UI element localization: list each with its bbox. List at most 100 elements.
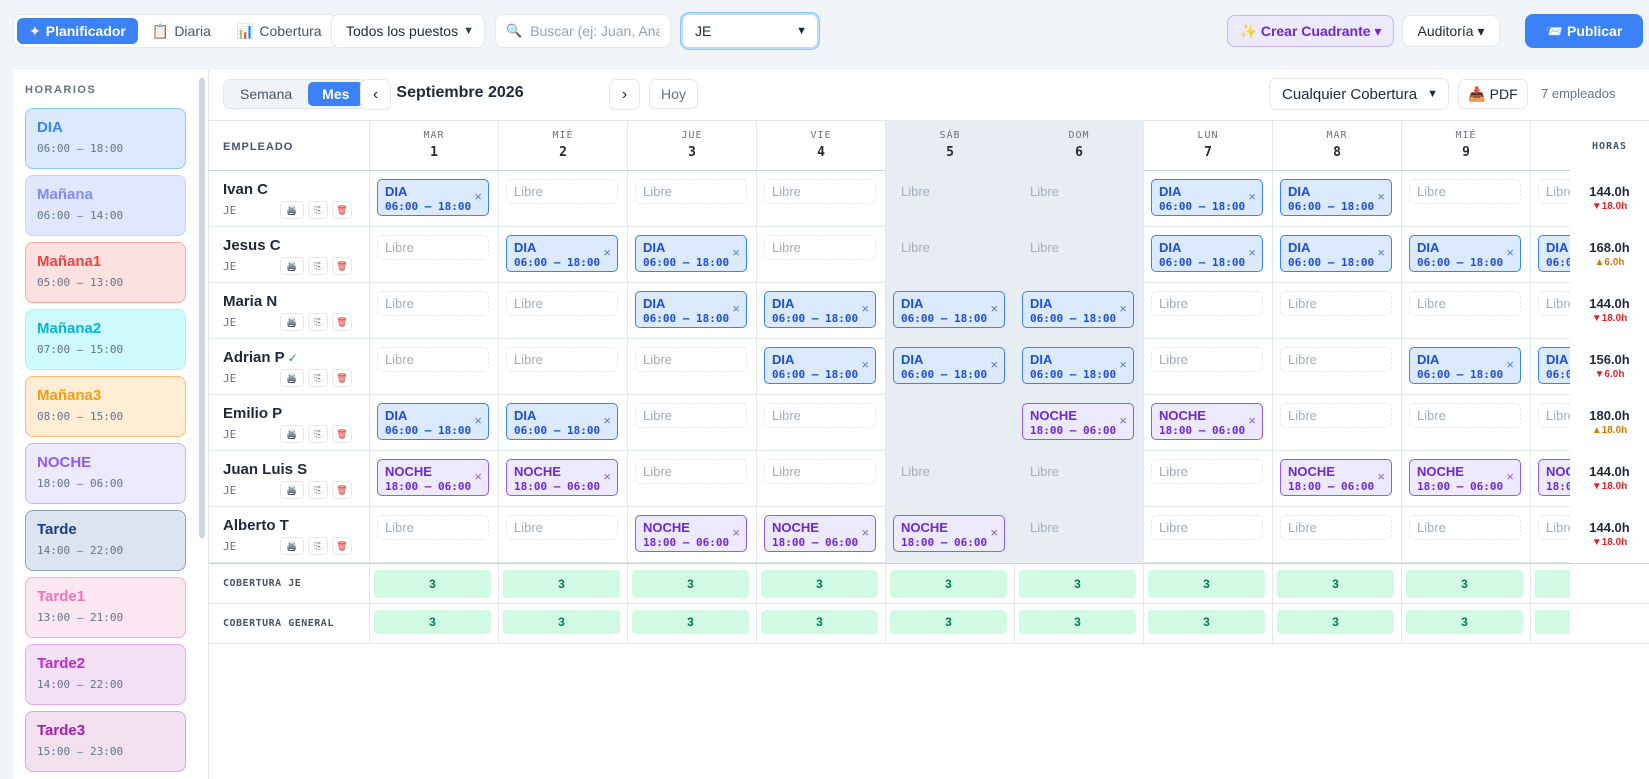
shift-template-card[interactable]: DIA 06:00 – 18:00 — [25, 108, 186, 169]
libre-slot[interactable]: Libre — [1151, 515, 1263, 540]
day-cell[interactable]: Libre — [757, 451, 886, 507]
libre-slot[interactable]: Libre — [1022, 515, 1134, 540]
delete-icon[interactable]: 🗑 — [332, 201, 352, 219]
day-cell[interactable]: Libre — [499, 171, 628, 227]
shift-template-card[interactable]: NOCHE 18:00 – 06:00 — [25, 443, 186, 504]
day-cell[interactable]: Libre — [1273, 507, 1402, 563]
day-cell[interactable]: NOCHE18:00 – 06:00× — [1015, 395, 1144, 451]
day-cell[interactable]: Libre — [1402, 283, 1531, 339]
day-cell[interactable]: NOCHE18:00 – 06:00× — [1402, 451, 1531, 507]
libre-slot[interactable]: Libre — [506, 291, 618, 316]
tab-diaria[interactable]: 📋 Diaria — [140, 18, 223, 44]
libre-slot[interactable]: Libre — [377, 515, 489, 540]
delete-icon[interactable]: 🗑 — [332, 313, 352, 331]
libre-slot[interactable]: Libre — [1151, 459, 1263, 484]
day-cell[interactable]: Libre — [1273, 395, 1402, 451]
day-cell[interactable]: Libre — [1402, 395, 1531, 451]
day-cell[interactable]: NOCHE18:00 – 06:00× — [628, 507, 757, 563]
day-cell[interactable]: Libre — [499, 339, 628, 395]
assigned-shift[interactable]: DIA06:00 – 18:00× — [893, 291, 1005, 328]
libre-slot[interactable]: Libre — [635, 179, 747, 204]
assigned-shift[interactable]: DIA06:00 – 18:00× — [506, 403, 618, 440]
shift-template-card[interactable]: Mañana2 07:00 – 15:00 — [25, 309, 186, 370]
close-icon[interactable]: × — [1506, 469, 1514, 484]
assigned-shift[interactable]: DIA06:00 – 18:00× — [377, 179, 489, 216]
shift-template-card[interactable]: Mañana1 05:00 – 13:00 — [25, 242, 186, 303]
day-cell[interactable]: Libre — [757, 171, 886, 227]
libre-slot[interactable]: Libre — [1409, 515, 1521, 540]
assigned-shift[interactable]: NOCHE18:00 – 06:00× — [506, 459, 618, 496]
auditoria-button[interactable]: Auditoría ▾ — [1402, 15, 1500, 47]
day-cell[interactable]: DIA06:00 – 18:00× — [628, 227, 757, 283]
close-icon[interactable]: × — [1377, 469, 1385, 484]
close-icon[interactable]: × — [1377, 245, 1385, 260]
day-cell[interactable]: Libre — [1144, 283, 1273, 339]
assigned-shift[interactable]: DIA06:00 – 18:00× — [1151, 179, 1263, 216]
close-icon[interactable]: × — [603, 469, 611, 484]
day-cell[interactable]: NOCHE18:00 – 06:00× — [886, 507, 1015, 563]
day-cell[interactable]: Libre — [499, 507, 628, 563]
libre-slot[interactable]: Libre — [893, 459, 1005, 484]
assigned-shift[interactable]: NOCHE18:00 – 06:00× — [635, 515, 747, 552]
day-cell[interactable]: Libre — [499, 283, 628, 339]
day-cell[interactable]: Libre — [1144, 451, 1273, 507]
libre-slot[interactable]: Libre — [764, 459, 876, 484]
copy-icon[interactable]: ⎘ — [308, 481, 328, 499]
day-cell[interactable]: Libre — [1144, 339, 1273, 395]
assigned-shift[interactable]: NOCHE18:00 – 06:00× — [1022, 403, 1134, 440]
assigned-shift[interactable]: DIA06:00 – 18:00× — [893, 347, 1005, 384]
assigned-shift[interactable]: NOCHE18:00 – 06:00× — [377, 459, 489, 496]
close-icon[interactable]: × — [474, 469, 482, 484]
print-icon[interactable]: 🖨️ — [280, 537, 304, 555]
libre-slot[interactable]: Libre — [1280, 403, 1392, 428]
copy-icon[interactable]: ⎘ — [308, 537, 328, 555]
crear-cuadrante-button[interactable]: ✨ Crear Cuadrante ▾ — [1227, 15, 1394, 47]
day-cell[interactable]: Libre — [1015, 227, 1144, 283]
assigned-shift[interactable]: DIA06:00 – 18:00× — [1151, 235, 1263, 272]
copy-icon[interactable]: ⎘ — [308, 201, 328, 219]
assigned-shift[interactable]: DIA06:00 – 18:00× — [1022, 291, 1134, 328]
print-icon[interactable]: 🖨️ — [280, 201, 304, 219]
day-cell[interactable]: DIA06:00 – 18:00× — [1015, 339, 1144, 395]
assigned-shift[interactable]: NOCHE18:00 – 06:00× — [1409, 459, 1521, 496]
copy-icon[interactable]: ⎘ — [308, 257, 328, 275]
day-cell[interactable]: NOCHE18:00 – 06:00× — [1144, 395, 1273, 451]
delete-icon[interactable]: 🗑 — [332, 369, 352, 387]
assigned-shift[interactable]: DIA06:00 – 18:00× — [1280, 235, 1392, 272]
close-icon[interactable]: × — [1248, 189, 1256, 204]
shift-template-card[interactable]: Tarde1 13:00 – 21:00 — [25, 577, 186, 638]
day-cell[interactable]: Libre — [1015, 451, 1144, 507]
libre-slot[interactable]: Libre — [377, 235, 489, 260]
search-input[interactable] — [530, 23, 661, 39]
day-cell[interactable]: DIA06:00 – 18:00× — [370, 395, 499, 451]
pdf-button[interactable]: 📥 PDF — [1458, 79, 1528, 109]
close-icon[interactable]: × — [603, 413, 611, 428]
day-cell[interactable]: DIA06:00 – 18:00× — [886, 339, 1015, 395]
libre-slot[interactable]: Libre — [377, 347, 489, 372]
day-cell[interactable]: DIA06:00 – 18:00× — [1144, 171, 1273, 227]
day-cell[interactable]: Libre — [370, 339, 499, 395]
delete-icon[interactable]: 🗑 — [332, 481, 352, 499]
close-icon[interactable]: × — [861, 525, 869, 540]
libre-slot[interactable]: Libre — [1409, 291, 1521, 316]
libre-slot[interactable]: Libre — [1280, 291, 1392, 316]
print-icon[interactable]: 🖨️ — [280, 257, 304, 275]
day-cell[interactable]: Libre — [757, 395, 886, 451]
libre-slot[interactable]: Libre — [506, 347, 618, 372]
day-cell[interactable]: DIA06:00 – 18:00× — [757, 283, 886, 339]
libre-slot[interactable]: Libre — [1151, 291, 1263, 316]
close-icon[interactable]: × — [861, 357, 869, 372]
day-cell[interactable]: DIA06:00 – 18:00× — [886, 283, 1015, 339]
tab-planificador[interactable]: ✦ Planificador — [17, 18, 138, 44]
assigned-shift[interactable]: DIA06:00 – 18:00× — [377, 403, 489, 440]
day-cell[interactable]: Libre — [1402, 507, 1531, 563]
close-icon[interactable]: × — [474, 189, 482, 204]
assigned-shift[interactable]: NOCHE18:00 – 06:00× — [764, 515, 876, 552]
day-cell[interactable]: Libre — [757, 227, 886, 283]
day-cell[interactable]: Libre — [1273, 283, 1402, 339]
day-cell[interactable]: Libre — [1015, 171, 1144, 227]
day-cell[interactable]: Libre — [1015, 507, 1144, 563]
day-cell[interactable]: Libre — [370, 283, 499, 339]
day-cell[interactable]: DIA06:00 – 18:00× — [1402, 339, 1531, 395]
coverage-filter-select[interactable]: Cualquier Cobertura ▼ — [1269, 78, 1449, 110]
